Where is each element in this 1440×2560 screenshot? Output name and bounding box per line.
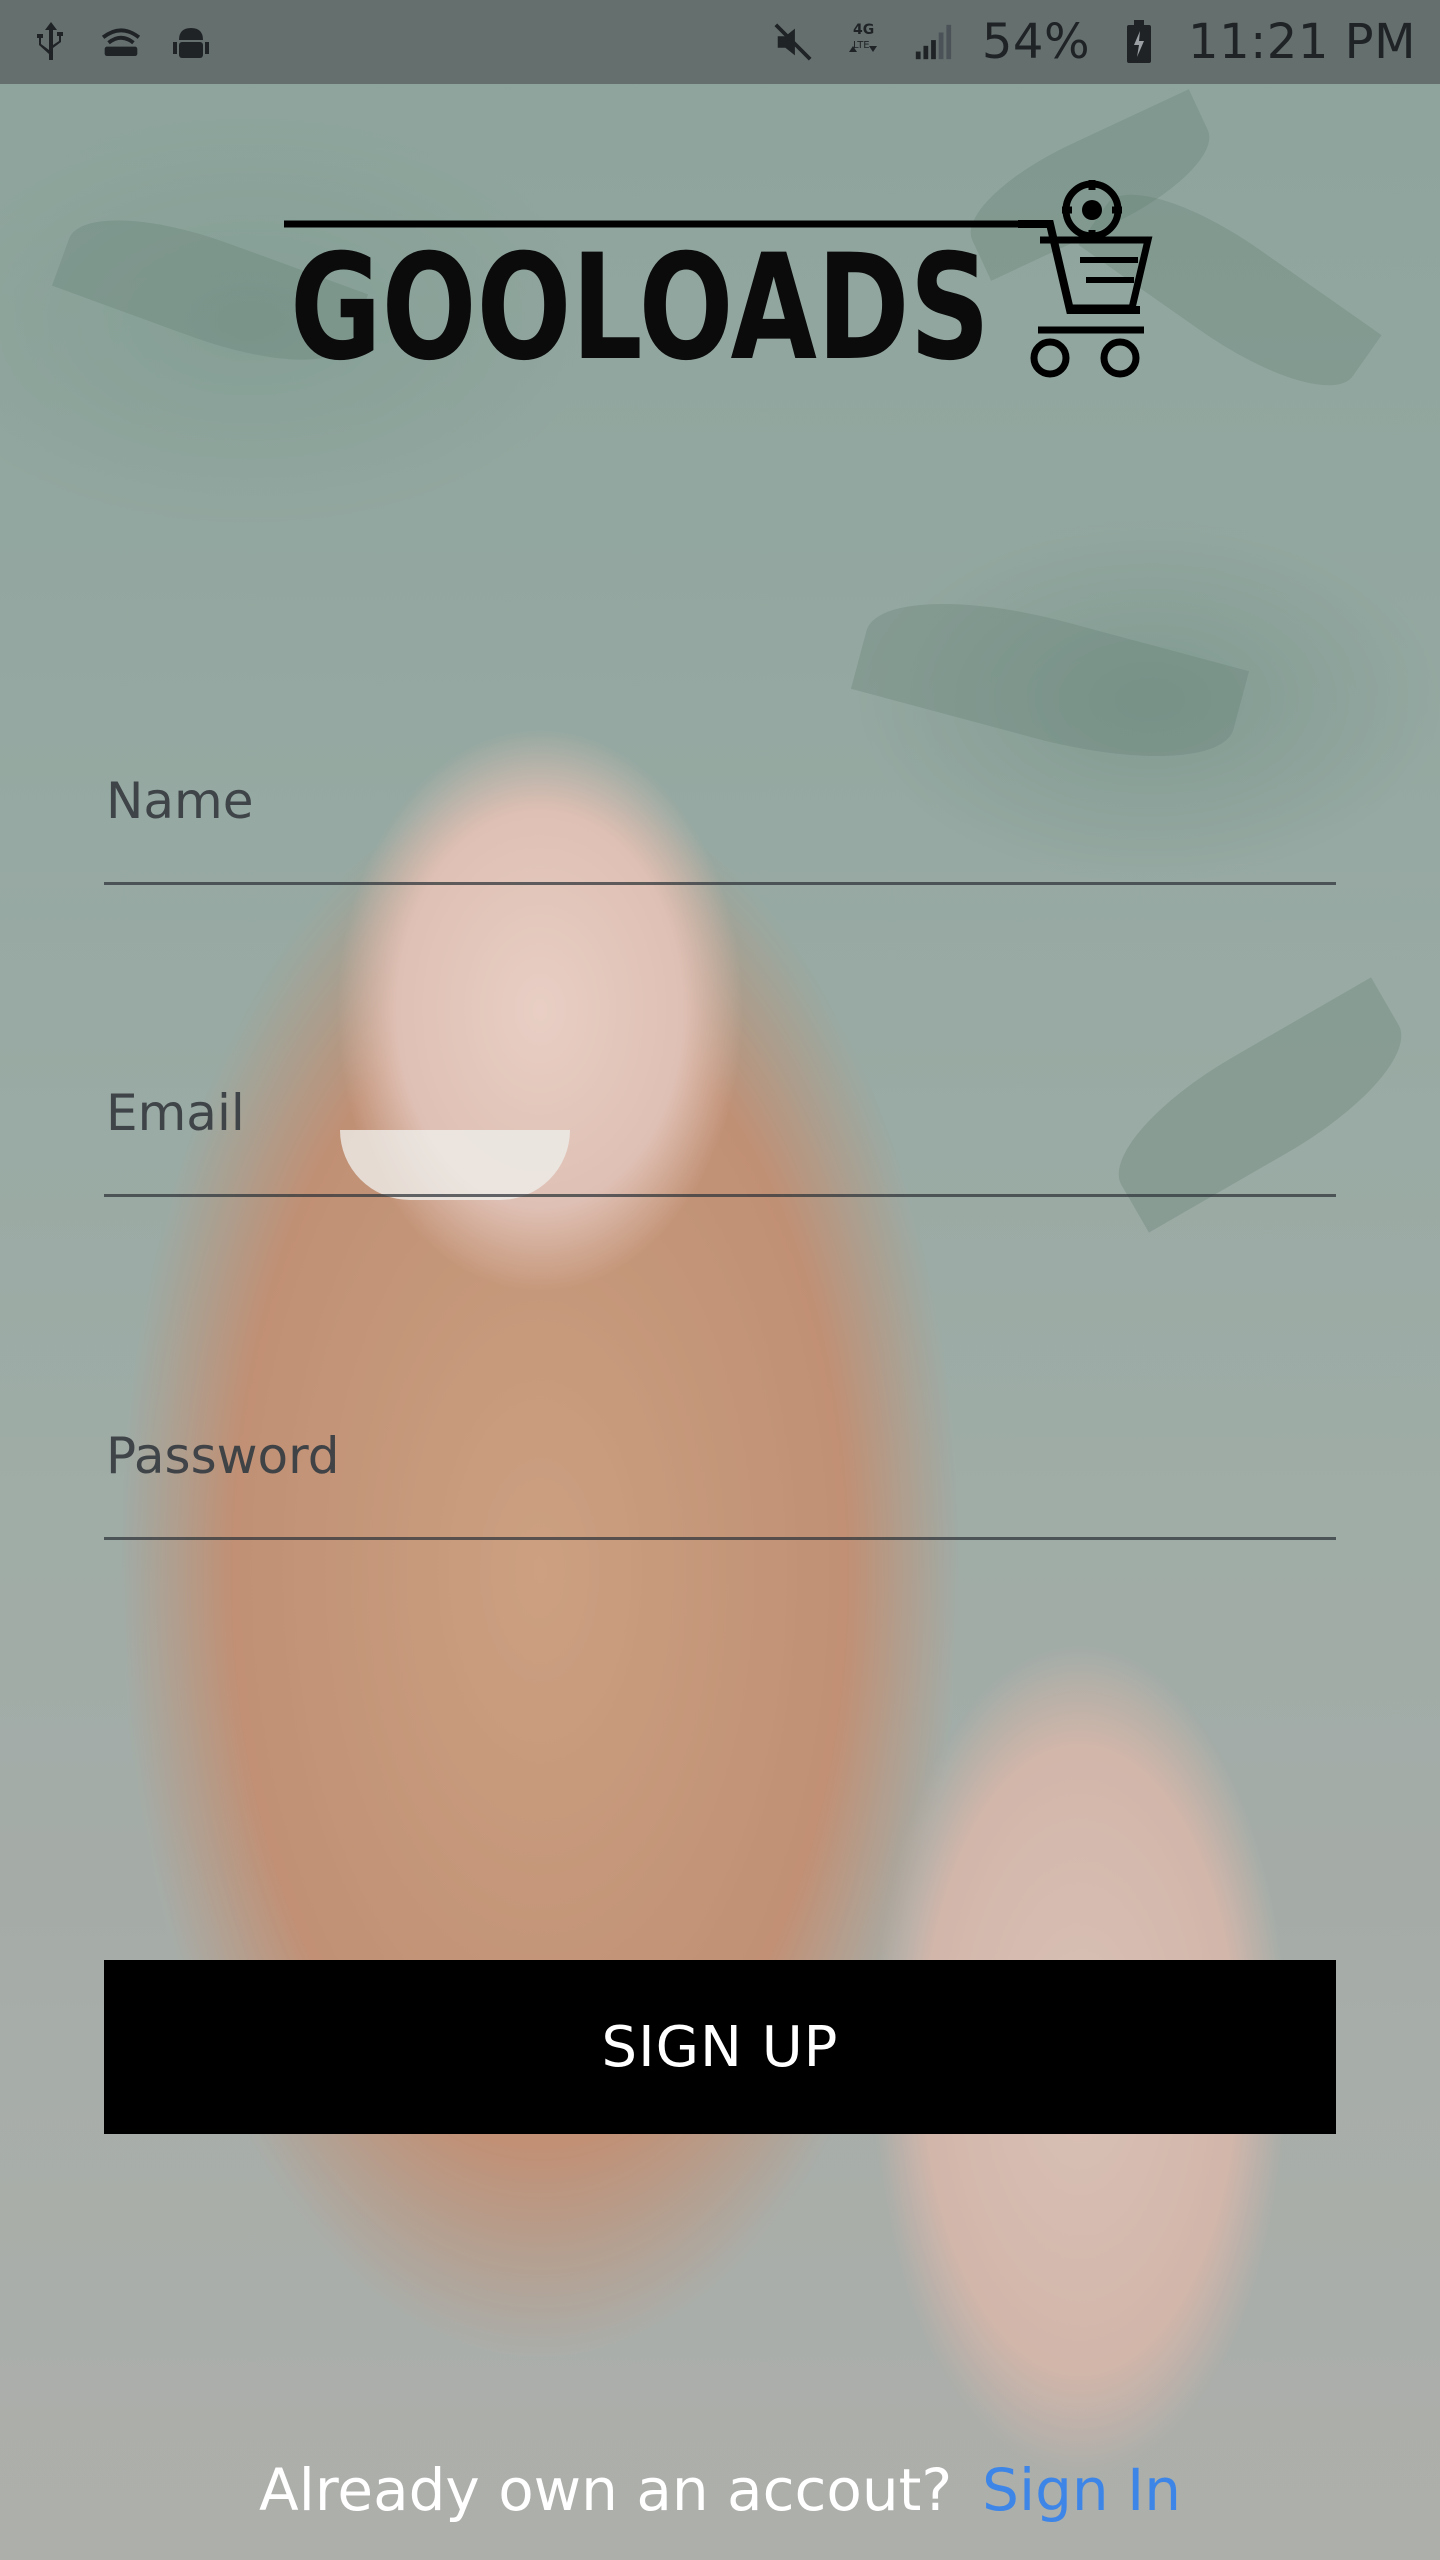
usb-icon — [30, 21, 72, 63]
name-field-container — [104, 745, 1336, 885]
data-4g-lte-icon: 4G LTE — [842, 21, 884, 63]
battery-icon — [1118, 20, 1160, 63]
status-bar-left — [30, 21, 212, 63]
wifi-hotspot-icon — [100, 21, 142, 63]
android-debug-icon — [170, 21, 212, 63]
gooloads-logo: GOOLOADS — [280, 180, 1160, 400]
sign-up-button[interactable]: SIGN UP — [104, 1960, 1336, 2134]
battery-percent: 54% — [981, 14, 1091, 70]
password-field-container — [104, 1400, 1336, 1540]
signin-prompt: Already own an accout? Sign In — [0, 2440, 1440, 2540]
status-bar-right: 4G LTE 54% 11:21 PM — [772, 14, 1416, 70]
email-input[interactable] — [106, 1078, 1326, 1148]
svg-text:LTE: LTE — [853, 40, 870, 51]
sign-in-link[interactable]: Sign In — [982, 2456, 1181, 2524]
svg-text:4G: 4G — [853, 22, 874, 38]
status-time: 11:21 PM — [1188, 14, 1416, 70]
name-input[interactable] — [106, 766, 1326, 836]
shopping-cart-gear-icon — [1018, 180, 1153, 378]
password-input[interactable] — [106, 1421, 1326, 1491]
status-bar: 4G LTE 54% 11:21 PM — [0, 0, 1440, 84]
logo-wordmark: GOOLOADS — [290, 223, 990, 393]
signal-icon — [912, 21, 954, 63]
email-field-container — [104, 1057, 1336, 1197]
mute-icon — [772, 21, 814, 63]
signin-question: Already own an accout? — [259, 2456, 953, 2524]
